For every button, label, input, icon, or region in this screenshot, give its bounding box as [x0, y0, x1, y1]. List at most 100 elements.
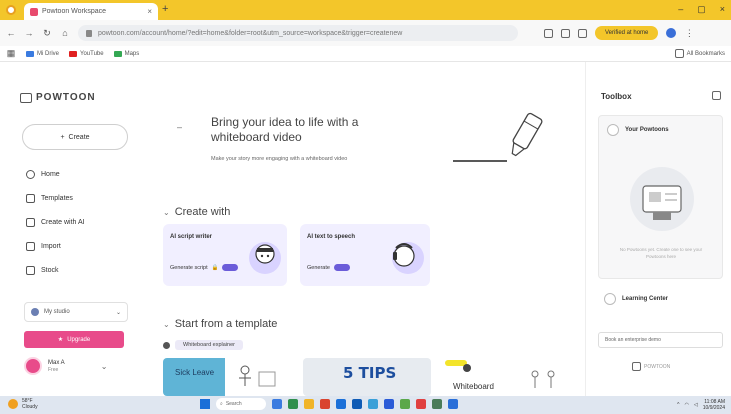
back-icon[interactable]: ← [6, 28, 16, 38]
workspace-select[interactable]: My studio ⌄ [24, 302, 128, 322]
minimize-button[interactable]: – [678, 4, 683, 15]
toolbox-title: Toolbox [601, 92, 632, 101]
forward-icon[interactable]: → [24, 28, 34, 38]
sidebar-item-templates[interactable]: Templates [26, 191, 85, 205]
all-bookmarks[interactable]: All Bookmarks [674, 49, 725, 58]
system-tray: ^ ◠ ◁ 11:08 AM 10/9/2024 [677, 399, 725, 411]
drive-icon [26, 50, 34, 57]
your-powtoons-header[interactable]: Your Powtoons [607, 124, 669, 136]
panel-toggle-icon[interactable] [712, 91, 721, 100]
sidebar-nav: Home Templates Create with AI Import Sto… [26, 167, 85, 277]
template-thumbnail[interactable]: Whiteboard [441, 358, 569, 396]
logo-icon [20, 92, 32, 103]
learning-icon [604, 293, 616, 305]
home-browser-icon[interactable]: ⌂ [60, 28, 70, 38]
weather-widget[interactable]: 58°F Cloudy [8, 398, 38, 410]
edge-icon[interactable] [336, 399, 346, 409]
new-tab-button[interactable]: + [162, 3, 168, 15]
sidebar-item-import[interactable]: Import [26, 239, 85, 253]
template-thumbnail[interactable]: Sick Leave [163, 358, 285, 396]
teams-icon[interactable] [384, 399, 394, 409]
taskbar-search[interactable]: ⌕ Search [216, 398, 266, 410]
generate-script-button[interactable]: Generate script 🔒 [170, 264, 239, 271]
user-name: Max A [48, 360, 65, 366]
chevron-up-icon[interactable]: ^ [677, 402, 679, 408]
browser-tab[interactable]: Powtoon Workspace × [24, 3, 158, 20]
tab-close-icon[interactable]: × [147, 7, 152, 16]
hero-banner: – Bring your idea to life with a whitebo… [159, 70, 569, 174]
downloads-icon[interactable] [578, 28, 587, 38]
more-menu-icon[interactable]: ⋮ [684, 28, 694, 39]
extensions-icon[interactable] [544, 28, 553, 38]
windows-start-icon[interactable] [200, 399, 210, 409]
wifi-icon[interactable]: ◠ [685, 402, 689, 408]
url-text: powtoon.com/account/home/?edit=home&fold… [98, 29, 403, 37]
figure-sketch-icon [239, 365, 276, 387]
apps-icon[interactable]: ▦ [6, 48, 16, 59]
bookmark-item[interactable]: Maps [113, 50, 139, 57]
maps-icon [113, 50, 122, 57]
mail-icon[interactable] [368, 399, 378, 409]
sidebar-item-create-with-ai[interactable]: Create with AI [26, 215, 85, 229]
task-view-icon[interactable] [272, 399, 282, 409]
main-content: – Bring your idea to life with a whitebo… [145, 62, 585, 396]
card-title: AI text to speech [307, 234, 356, 240]
lock-icon [86, 29, 92, 37]
profile-icon[interactable] [6, 5, 16, 15]
verified-button[interactable]: Verified at home [595, 26, 659, 40]
sidebar-item-home[interactable]: Home [26, 167, 85, 181]
chevron-down-icon: ⌄ [163, 207, 170, 217]
user-menu-icon[interactable]: ⌄ [101, 362, 108, 371]
template-thumbnail[interactable]: 5 TIPS [303, 358, 431, 396]
dot-shape [463, 364, 471, 372]
search-icon: ⌕ [220, 401, 223, 407]
url-field[interactable]: powtoon.com/account/home/?edit=home&fold… [78, 25, 518, 41]
create-button[interactable]: + Create [22, 124, 128, 150]
ai-icon [26, 217, 35, 227]
star-icon: ★ [57, 337, 64, 343]
bookmark-item[interactable]: Mi Drive [26, 50, 59, 57]
hero-title: Bring your idea to life with a whiteboar… [211, 115, 359, 144]
learning-center-row[interactable]: Learning Center [598, 288, 723, 310]
ai-script-writer-card[interactable]: AI script writer Generate script 🔒 [163, 224, 287, 286]
home-icon [26, 169, 35, 179]
template-category-chip[interactable]: Whiteboard explainer [163, 340, 243, 350]
thumb-text: Whiteboard [453, 382, 494, 391]
collapse-icon[interactable]: – [177, 122, 182, 132]
import-icon [26, 241, 35, 251]
app-icon[interactable] [448, 399, 458, 409]
toolbox-brand: POWTOON [632, 362, 670, 371]
browser-avatar[interactable] [666, 28, 677, 38]
app-icon[interactable] [416, 399, 426, 409]
close-window-button[interactable]: × [720, 4, 725, 15]
sidebar-item-stock[interactable]: Stock [26, 263, 85, 277]
favicon-icon [30, 7, 38, 16]
user-profile[interactable]: Max A Free ⌄ [24, 357, 107, 375]
widgets-icon[interactable] [288, 399, 298, 409]
volume-icon[interactable]: ◁ [694, 402, 698, 408]
windows-taskbar: 58°F Cloudy ⌕ Search ^ ◠ ◁ 11:08 AM 10/9/… [0, 396, 731, 414]
star-icon[interactable] [561, 28, 570, 38]
workspace-icon [31, 308, 39, 316]
file-explorer-icon[interactable] [304, 399, 314, 409]
bookmark-item[interactable]: YouTube [69, 50, 104, 57]
generate-button[interactable]: Generate [307, 264, 350, 271]
thumb-text: 5 TIPS [343, 364, 397, 382]
reload-icon[interactable]: ↻ [42, 28, 52, 39]
app-icon[interactable] [400, 399, 410, 409]
youtube-icon [69, 50, 77, 57]
upgrade-button[interactable]: ★ Upgrade [24, 331, 124, 348]
clock[interactable]: 11:08 AM 10/9/2024 [703, 399, 725, 411]
ai-text-to-speech-card[interactable]: AI text to speech Generate [300, 224, 430, 286]
enterprise-demo-button[interactable]: Book an enterprise demo [598, 332, 723, 348]
templates-icon [26, 193, 35, 203]
create-with-heading[interactable]: ⌄ Create with [163, 206, 230, 218]
start-from-template-heading[interactable]: ⌄ Start from a template [163, 318, 277, 330]
avatar [24, 357, 42, 375]
maximize-button[interactable]: ▢ [697, 4, 706, 15]
powtoon-logo[interactable]: POWTOON [20, 92, 96, 103]
writer-character-icon [249, 242, 281, 274]
app-icon[interactable] [432, 399, 442, 409]
store-icon[interactable] [352, 399, 362, 409]
chrome-icon[interactable] [320, 399, 330, 409]
